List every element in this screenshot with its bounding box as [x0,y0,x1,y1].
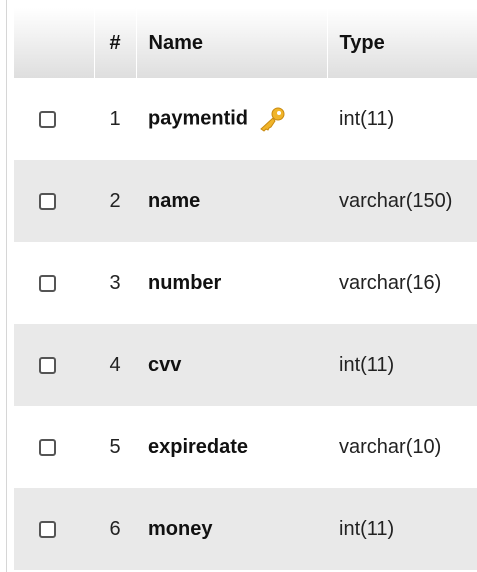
column-name-cell: money [136,488,327,570]
column-index: 3 [94,242,136,324]
column-name[interactable]: number [148,272,221,294]
column-type: int(11) [327,324,477,406]
row-checkbox[interactable] [39,274,56,292]
column-index: 5 [94,406,136,488]
header-index[interactable]: # [94,8,137,78]
row-select-cell [14,324,94,406]
row-checkbox[interactable] [39,110,56,128]
column-name[interactable]: expiredate [148,436,248,458]
table-row: 3 number varchar(16) [14,242,477,324]
left-divider [6,0,7,572]
column-name-cell: expiredate [136,406,327,488]
column-name-cell: name [136,160,327,242]
column-type: varchar(150) [327,160,477,242]
row-checkbox[interactable] [39,192,56,210]
header-row: # Name Type [14,8,477,78]
column-name[interactable]: cvv [148,354,181,376]
column-name-cell: number [136,242,327,324]
table-row: 2 name varchar(150) [14,160,477,242]
row-checkbox[interactable] [39,438,56,456]
table-structure-view: # Name Type 1 paymentid int(11) 2 name v… [0,0,477,572]
column-name[interactable]: name [148,190,200,212]
row-select-cell [14,160,94,242]
row-select-cell [14,406,94,488]
key-icon [260,107,285,132]
column-index: 2 [94,160,136,242]
column-index: 1 [94,78,136,160]
column-type: int(11) [327,488,477,570]
column-name-cell: cvv [136,324,327,406]
structure-table: # Name Type 1 paymentid int(11) 2 name v… [14,8,477,570]
row-select-cell [14,242,94,324]
table-row: 4 cvv int(11) [14,324,477,406]
row-checkbox[interactable] [39,356,56,374]
row-checkbox[interactable] [39,520,56,538]
column-index: 4 [94,324,136,406]
row-select-cell [14,78,94,160]
header-type[interactable]: Type [327,8,477,78]
column-name[interactable]: money [148,518,212,540]
column-name[interactable]: paymentid [148,107,248,129]
column-type: varchar(10) [327,406,477,488]
column-type: int(11) [327,78,477,160]
row-select-cell [14,488,94,570]
column-type: varchar(16) [327,242,477,324]
table-row: 1 paymentid int(11) [14,78,477,160]
table-row: 6 money int(11) [14,488,477,570]
table-row: 5 expiredate varchar(10) [14,406,477,488]
header-name[interactable]: Name [136,8,328,78]
column-name-cell: paymentid [136,78,327,160]
header-select-column [14,8,95,78]
column-index: 6 [94,488,136,570]
